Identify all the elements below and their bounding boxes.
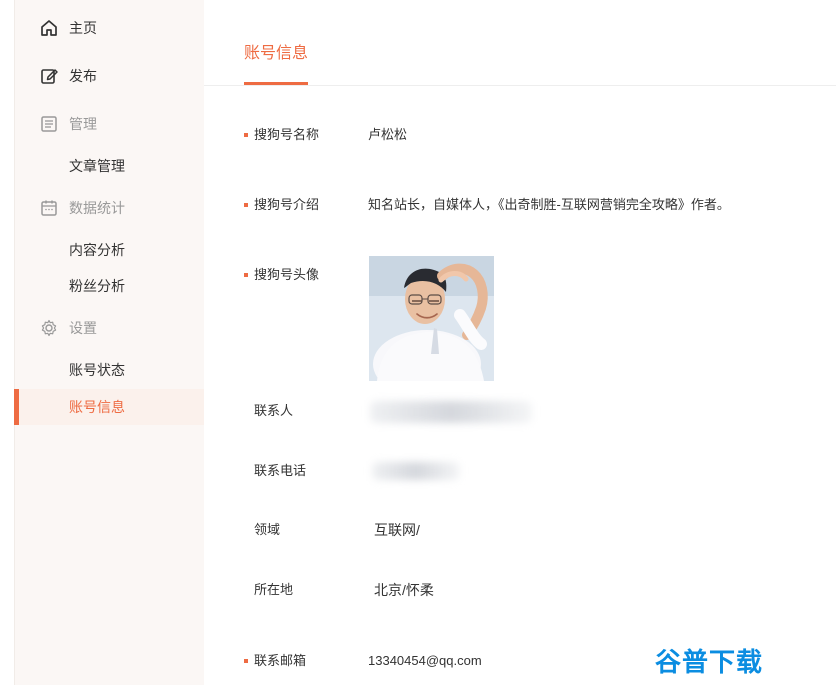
document-icon xyxy=(39,114,59,134)
field-contact-person: 联系人 xyxy=(204,400,836,428)
sidebar-item-account-status[interactable]: 账号状态 xyxy=(15,352,205,388)
gear-icon xyxy=(39,318,59,338)
field-domain: 领域 互联网/ xyxy=(204,519,836,547)
sidebar-item-home[interactable]: 主页 xyxy=(15,10,205,46)
field-label: 联系电话 xyxy=(254,463,307,478)
required-marker xyxy=(244,659,248,663)
field-value: 知名站长，自媒体人，《出奇制胜-互联网营销完全攻略》作者。 xyxy=(368,197,730,212)
field-label: 联系邮箱 xyxy=(254,653,307,668)
field-label: 领域 xyxy=(254,522,281,537)
required-marker xyxy=(244,273,248,277)
tab-bar: 账号信息 xyxy=(204,0,836,86)
active-tab-indicator xyxy=(244,82,308,85)
required-marker xyxy=(244,203,248,207)
sidebar-item-label: 数据统计 xyxy=(69,200,125,216)
field-sogou-avatar: 搜狗号头像 xyxy=(204,264,836,292)
field-sogou-intro: 搜狗号介绍 知名站长，自媒体人，《出奇制胜-互联网营销完全攻略》作者。 xyxy=(204,194,836,222)
redacted-contact-phone xyxy=(372,462,460,480)
home-icon xyxy=(39,18,59,38)
sidebar-group-manage[interactable]: 管理 xyxy=(15,106,205,142)
sidebar-item-content-analysis[interactable]: 内容分析 xyxy=(15,232,205,268)
tab-account-info[interactable]: 账号信息 xyxy=(244,43,308,65)
field-value: 互联网/ xyxy=(374,522,420,538)
calendar-icon xyxy=(39,198,59,218)
main-content: 账号信息 搜狗号名称 卢松松 搜狗号介绍 知名站长，自媒体人，《出奇制胜-互联网… xyxy=(204,0,836,685)
sidebar-item-label: 管理 xyxy=(69,116,97,132)
sidebar-group-statistics[interactable]: 数据统计 xyxy=(15,190,205,226)
sidebar-item-fan-analysis[interactable]: 粉丝分析 xyxy=(15,268,205,304)
left-gutter xyxy=(0,0,14,685)
sidebar-item-label: 内容分析 xyxy=(69,242,125,258)
field-sogou-name: 搜狗号名称 卢松松 xyxy=(204,124,836,152)
profile-avatar xyxy=(369,256,494,381)
sidebar-item-label: 文章管理 xyxy=(69,158,125,174)
sidebar-group-settings[interactable]: 设置 xyxy=(15,310,205,346)
field-value: 13340454@qq.com xyxy=(368,653,482,668)
field-value: 卢松松 xyxy=(368,127,408,142)
sidebar-item-label: 账号信息 xyxy=(69,399,125,415)
sidebar-item-label: 发布 xyxy=(69,68,97,84)
account-info-page: 主页 发布 管理 文章管理 数据统计 内容分析 粉丝分析 设置 账号状态 账号信… xyxy=(0,0,836,685)
field-label: 搜狗号介绍 xyxy=(254,197,320,212)
edit-icon xyxy=(39,66,59,86)
redacted-contact-person xyxy=(370,401,532,423)
sidebar-item-label: 账号状态 xyxy=(69,362,125,378)
field-contact-phone: 联系电话 xyxy=(204,460,836,488)
sidebar-item-article-management[interactable]: 文章管理 xyxy=(15,148,205,184)
site-watermark: 谷普下载 xyxy=(655,647,764,677)
sidebar-item-label: 粉丝分析 xyxy=(69,278,125,294)
field-location: 所在地 北京/怀柔 xyxy=(204,579,836,607)
sidebar-item-account-info[interactable]: 账号信息 xyxy=(14,389,205,425)
required-marker xyxy=(244,133,248,137)
sidebar-item-publish[interactable]: 发布 xyxy=(15,58,205,94)
field-label: 搜狗号头像 xyxy=(254,267,320,282)
sidebar-nav: 主页 发布 管理 文章管理 数据统计 内容分析 粉丝分析 设置 账号状态 账号信… xyxy=(14,0,205,685)
sidebar-item-label: 设置 xyxy=(69,320,97,336)
field-label: 联系人 xyxy=(254,403,294,418)
field-label: 所在地 xyxy=(254,582,294,597)
sidebar-item-label: 主页 xyxy=(69,20,97,36)
field-value: 北京/怀柔 xyxy=(374,582,434,598)
field-label: 搜狗号名称 xyxy=(254,127,320,142)
